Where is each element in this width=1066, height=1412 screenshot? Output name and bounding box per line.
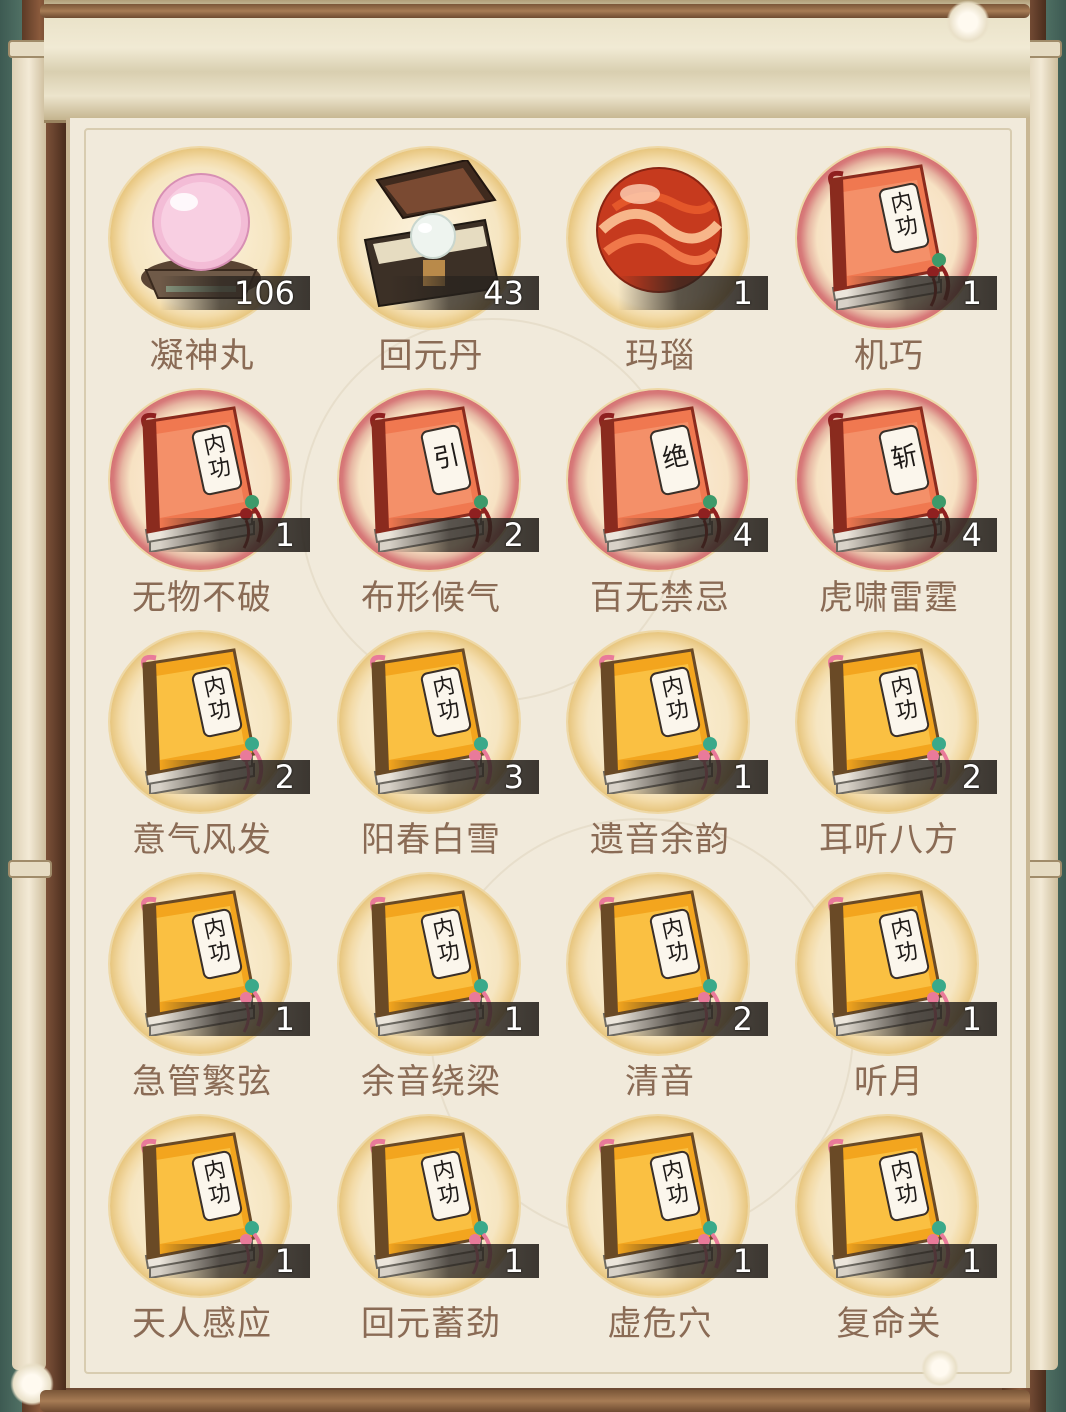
item-name: 清音: [625, 1062, 695, 1102]
item-count: 106: [233, 274, 295, 312]
item-grid: 106 凝神丸 43 回元丹 1 玛瑙 内功 1 机巧 内 功 1 无物不破 引…: [96, 148, 1014, 1358]
item-name: 无物不破: [132, 578, 272, 618]
inventory-item[interactable]: 引 2 布形候气: [325, 390, 554, 632]
item-count: 1: [961, 274, 982, 312]
inventory-item[interactable]: 内功 1 回元蓄劲: [325, 1116, 554, 1358]
item-count: 1: [961, 1242, 982, 1280]
item-count: 1: [732, 1242, 753, 1280]
item-count: 1: [274, 516, 295, 554]
item-count: 1: [732, 758, 753, 796]
inventory-item[interactable]: 内功 1 天人感应: [96, 1116, 325, 1358]
inventory-item[interactable]: 内功 2 耳听八方: [783, 632, 1012, 874]
inventory-item[interactable]: 内功 2 清音: [554, 874, 783, 1116]
inventory-item[interactable]: 内功 2 意气风发: [96, 632, 325, 874]
item-name: 听月: [854, 1062, 924, 1102]
item-name: 虚危穴: [607, 1304, 713, 1344]
bottom-scroll-bar: [40, 1390, 1030, 1412]
item-name: 天人感应: [132, 1304, 272, 1344]
inventory-item[interactable]: 绝 4 百无禁忌: [554, 390, 783, 632]
inventory-item[interactable]: 106 凝神丸: [96, 148, 325, 390]
top-scroll-roll: [44, 0, 1030, 123]
item-name: 凝神丸: [149, 336, 255, 376]
item-name: 虎啸雷霆: [819, 578, 959, 618]
item-count: 2: [274, 758, 295, 796]
item-name: 百无禁忌: [590, 578, 730, 618]
item-name: 机巧: [854, 336, 924, 376]
item-name: 遗音余韵: [590, 820, 730, 860]
inventory-item[interactable]: 内功 1 机巧: [783, 148, 1012, 390]
inventory-item[interactable]: 斩 4 虎啸雷霆: [783, 390, 1012, 632]
item-count: 1: [961, 1000, 982, 1038]
item-count: 1: [503, 1000, 524, 1038]
item-count: 2: [732, 1000, 753, 1038]
item-count: 4: [732, 516, 753, 554]
item-count: 43: [483, 274, 524, 312]
left-ribbon: [12, 40, 46, 1370]
item-name: 布形候气: [361, 578, 501, 618]
flower-decoration-icon: [946, 0, 990, 44]
item-name: 玛瑙: [625, 336, 695, 376]
item-name: 意气风发: [132, 820, 272, 860]
item-count: 2: [503, 516, 524, 554]
item-count: 2: [961, 758, 982, 796]
item-count: 1: [274, 1242, 295, 1280]
item-name: 阳春白雪: [361, 820, 501, 860]
inventory-item[interactable]: 43 回元丹: [325, 148, 554, 390]
inventory-item[interactable]: 内功 1 虚危穴: [554, 1116, 783, 1358]
item-count: 4: [961, 516, 982, 554]
item-name: 回元丹: [378, 336, 484, 376]
item-name: 余音绕梁: [361, 1062, 501, 1102]
inventory-item[interactable]: 内功 1 复命关: [783, 1116, 1012, 1358]
top-scroll-bar: [40, 4, 1030, 18]
inventory-item[interactable]: 内功 1 遗音余韵: [554, 632, 783, 874]
item-name: 急管繁弦: [132, 1062, 272, 1102]
item-name: 耳听八方: [819, 820, 959, 860]
item-count: 3: [503, 758, 524, 796]
item-count: 1: [274, 1000, 295, 1038]
item-count: 1: [732, 274, 753, 312]
item-name: 复命关: [836, 1304, 942, 1344]
inventory-item[interactable]: 1 玛瑙: [554, 148, 783, 390]
item-count: 1: [503, 1242, 524, 1280]
left-ribbon-tie-bottom: [8, 860, 52, 878]
inventory-item[interactable]: 内功 1 无物不破: [96, 390, 325, 632]
inventory-item[interactable]: 内功 1 急管繁弦: [96, 874, 325, 1116]
inventory-item[interactable]: 内功 1 听月: [783, 874, 1012, 1116]
item-name: 回元蓄劲: [361, 1304, 501, 1344]
inventory-item[interactable]: 内功 3 阳春白雪: [325, 632, 554, 874]
inventory-item[interactable]: 内功 1 余音绕梁: [325, 874, 554, 1116]
